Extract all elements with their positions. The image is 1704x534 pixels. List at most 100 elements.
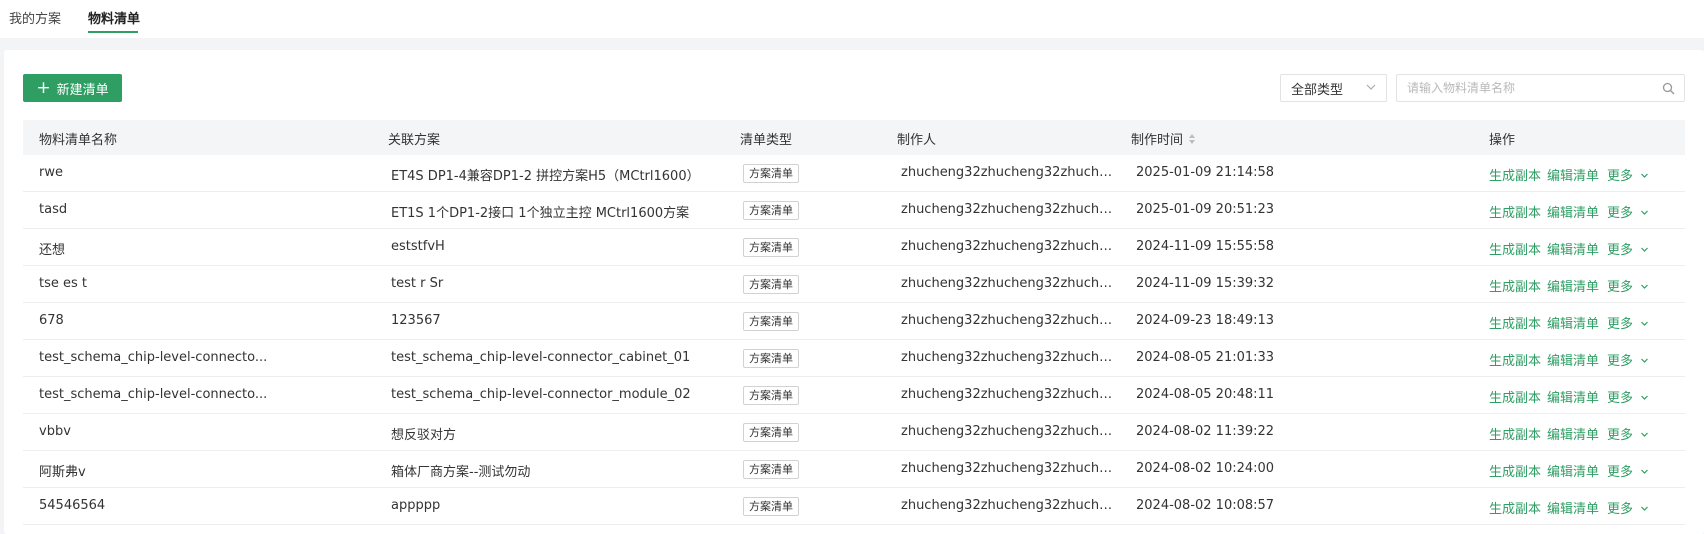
bom-name-cell: 阿斯弗v [39,465,86,480]
column-header-type: 清单类型 [740,133,793,148]
chevron-down-icon [1641,432,1649,437]
more-actions-link[interactable]: 更多 [1607,350,1649,369]
creator-cell: zhucheng32zhucheng32zhuche... [901,202,1113,217]
bom-name-cell: vbbv [39,424,71,439]
plan-cell: eststfvH [391,239,445,254]
generate-copy-link[interactable]: 生成副本 [1489,276,1541,295]
column-header-creator: 制作人 [897,133,937,148]
edit-bom-link[interactable]: 编辑清单 [1547,498,1599,517]
creator-cell: zhucheng32zhucheng32zhuche... [901,350,1113,365]
plan-cell: test_schema_chip-level-connector_module_… [391,387,691,402]
column-header-ops: 操作 [1489,133,1516,148]
generate-copy-link[interactable]: 生成副本 [1489,202,1541,221]
edit-bom-link[interactable]: 编辑清单 [1547,239,1599,258]
chevron-down-icon [1641,321,1649,326]
more-actions-link[interactable]: 更多 [1607,424,1649,443]
type-badge: 方案清单 [743,312,799,331]
generate-copy-link[interactable]: 生成副本 [1489,313,1541,332]
edit-bom-link[interactable]: 编辑清单 [1547,313,1599,332]
table-row: 还想 eststfvH 方案清单 zhucheng32zhucheng32zhu… [23,229,1685,266]
sort-icon[interactable] [1188,133,1196,149]
more-actions-label: 更多 [1607,428,1634,443]
table-row: vbbv 想反驳对方 方案清单 zhucheng32zhucheng32zhuc… [23,414,1685,451]
tab-my-plans[interactable]: 我的方案 [9,8,61,27]
tab-bom-list[interactable]: 物料清单 [88,8,140,27]
plan-cell: appppp [391,498,441,513]
more-actions-link[interactable]: 更多 [1607,165,1649,184]
edit-bom-link[interactable]: 编辑清单 [1547,424,1599,443]
type-badge: 方案清单 [743,238,799,257]
time-cell: 2024-08-02 10:24:00 [1136,461,1275,476]
plan-cell: 123567 [391,313,441,328]
edit-bom-link[interactable]: 编辑清单 [1547,350,1599,369]
generate-copy-link[interactable]: 生成副本 [1489,461,1541,480]
type-badge: 方案清单 [743,275,799,294]
bom-name-cell: 还想 [39,243,66,258]
table-row: tse es t test r Sr 方案清单 zhucheng32zhuche… [23,266,1685,303]
edit-bom-link[interactable]: 编辑清单 [1547,276,1599,295]
chevron-down-icon [1641,358,1649,363]
new-bom-button-label: 新建清单 [56,82,109,98]
generate-copy-link[interactable]: 生成副本 [1489,239,1541,258]
more-actions-label: 更多 [1607,465,1634,480]
chevron-down-icon [1641,173,1649,178]
generate-copy-link[interactable]: 生成副本 [1489,424,1541,443]
creator-cell: zhucheng32zhucheng32zhuche... [901,165,1113,180]
column-header-time[interactable]: 制作时间 [1131,129,1183,148]
search-icon[interactable] [1662,82,1675,99]
new-bom-button[interactable]: + 新建清单 [23,74,122,102]
plan-cell: test_schema_chip-level-connector_cabinet… [391,350,691,365]
table-row: rwe ET4S DP1-4兼容DP1-2 拼控方案H5（MCtrl1600） … [23,155,1685,192]
more-actions-link[interactable]: 更多 [1607,202,1649,221]
time-cell: 2025-01-09 20:51:23 [1136,202,1275,217]
time-cell: 2024-08-02 11:39:22 [1136,424,1275,439]
type-badge: 方案清单 [743,201,799,220]
generate-copy-link[interactable]: 生成副本 [1489,350,1541,369]
more-actions-label: 更多 [1607,243,1634,258]
generate-copy-link[interactable]: 生成副本 [1489,387,1541,406]
more-actions-label: 更多 [1607,391,1634,406]
bom-name-cell: test_schema_chip-level-connecto... [39,387,268,402]
type-filter-value: 全部类型 [1291,82,1344,98]
chevron-down-icon [1641,247,1649,252]
type-filter-select[interactable]: 全部类型 [1280,74,1387,102]
table-row: test_schema_chip-level-connecto... test_… [23,340,1685,377]
search-input[interactable] [1397,75,1647,101]
chevron-down-icon [1641,395,1649,400]
plan-cell: 箱体厂商方案--测试勿动 [391,465,531,480]
table-row: test_schema_chip-level-connecto... test_… [23,377,1685,414]
type-badge: 方案清单 [743,460,799,479]
more-actions-link[interactable]: 更多 [1607,313,1649,332]
top-tab-bar: 我的方案 物料清单 [0,0,1704,38]
table-row: 678 123567 方案清单 zhucheng32zhucheng32zhuc… [23,303,1685,340]
edit-bom-link[interactable]: 编辑清单 [1547,387,1599,406]
bom-table: 物料清单名称 关联方案 清单类型 制作人 制作时间 操作 rwe ET4S DP… [23,120,1685,525]
table-row: tasd ET1S 1个DP1-2接口 1个独立主控 MCtrl1600方案 方… [23,192,1685,229]
time-cell: 2024-08-02 10:08:57 [1136,498,1275,513]
more-actions-label: 更多 [1607,502,1634,517]
chevron-down-icon [1641,210,1649,215]
bom-name-cell: 678 [39,313,64,328]
active-tab-indicator [88,31,138,33]
chevron-down-icon [1365,80,1377,98]
edit-bom-link[interactable]: 编辑清单 [1547,165,1599,184]
table-row: 54546564 appppp 方案清单 zhucheng32zhucheng3… [23,488,1685,525]
creator-cell: zhucheng32zhucheng32zhuche... [901,498,1113,513]
more-actions-link[interactable]: 更多 [1607,498,1649,517]
more-actions-label: 更多 [1607,354,1634,369]
plan-cell: 想反驳对方 [391,428,457,443]
table-header: 物料清单名称 关联方案 清单类型 制作人 制作时间 操作 [23,120,1685,155]
creator-cell: zhucheng32zhucheng32zhuche... [901,424,1113,439]
more-actions-label: 更多 [1607,169,1634,184]
more-actions-link[interactable]: 更多 [1607,239,1649,258]
plan-cell: ET1S 1个DP1-2接口 1个独立主控 MCtrl1600方案 [391,206,690,221]
more-actions-link[interactable]: 更多 [1607,387,1649,406]
edit-bom-link[interactable]: 编辑清单 [1547,202,1599,221]
generate-copy-link[interactable]: 生成副本 [1489,498,1541,517]
more-actions-label: 更多 [1607,206,1634,221]
more-actions-link[interactable]: 更多 [1607,461,1649,480]
generate-copy-link[interactable]: 生成副本 [1489,165,1541,184]
more-actions-link[interactable]: 更多 [1607,276,1649,295]
bom-name-cell: 54546564 [39,498,106,513]
edit-bom-link[interactable]: 编辑清单 [1547,461,1599,480]
